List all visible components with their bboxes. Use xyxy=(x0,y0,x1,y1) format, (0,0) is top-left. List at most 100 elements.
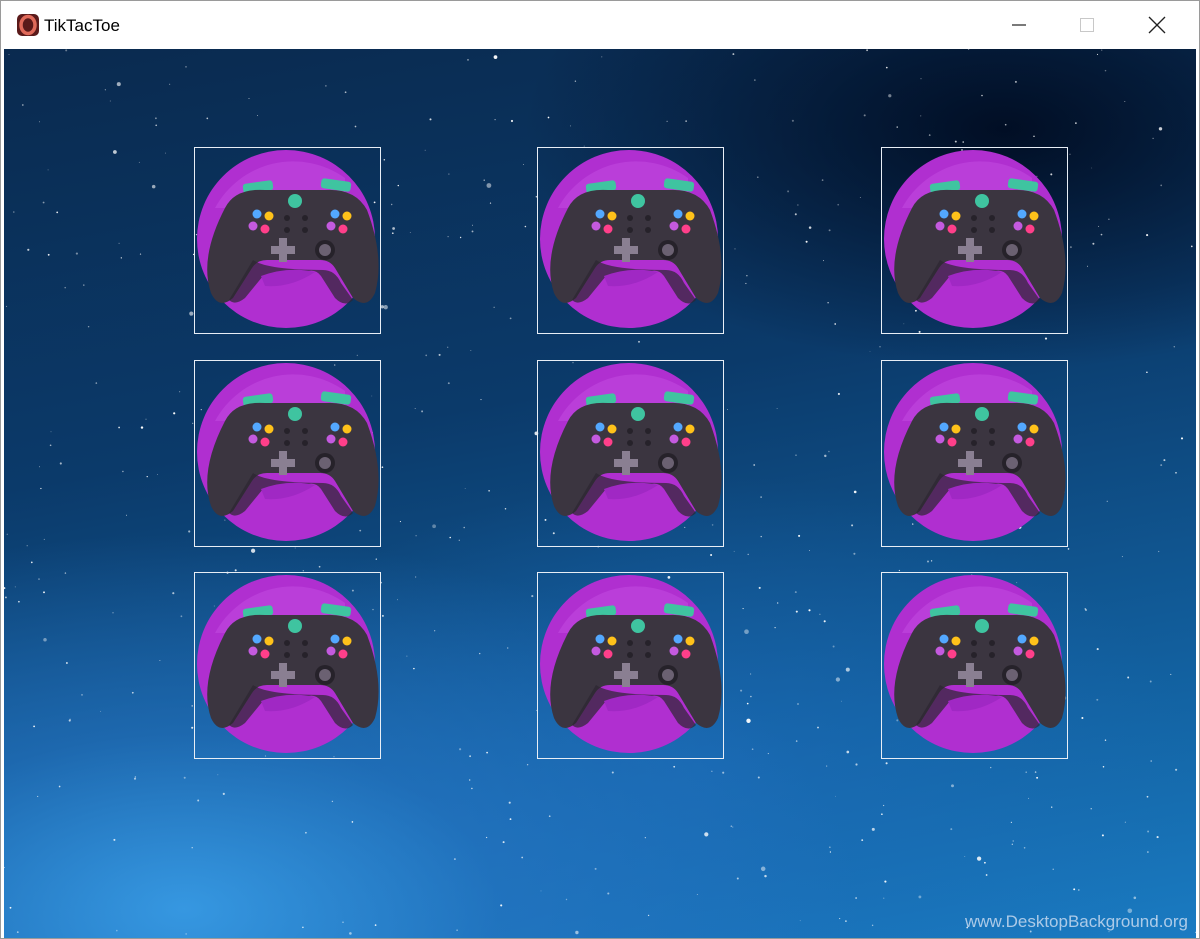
star xyxy=(406,655,408,657)
star xyxy=(607,892,610,895)
star xyxy=(832,645,835,648)
star xyxy=(1108,218,1110,220)
star xyxy=(666,120,668,123)
board-cell-7[interactable] xyxy=(194,572,381,759)
star xyxy=(248,97,250,99)
star xyxy=(750,673,752,675)
star xyxy=(493,306,495,308)
board-cell-9[interactable] xyxy=(881,572,1068,759)
star xyxy=(463,526,465,529)
star xyxy=(839,918,841,920)
star xyxy=(413,667,415,670)
star xyxy=(840,700,842,702)
board-cell-3[interactable] xyxy=(881,147,1068,334)
star xyxy=(95,382,98,384)
star xyxy=(920,78,922,80)
star xyxy=(42,201,45,204)
star xyxy=(834,323,837,325)
star xyxy=(896,126,898,128)
minimize-icon xyxy=(1012,24,1026,26)
star xyxy=(685,120,687,122)
maximize-button[interactable] xyxy=(1053,1,1121,49)
star xyxy=(50,431,52,433)
star xyxy=(863,114,866,117)
star xyxy=(1106,500,1108,502)
star xyxy=(179,391,181,393)
star xyxy=(191,726,194,729)
minimize-button[interactable] xyxy=(985,1,1053,49)
star xyxy=(540,890,542,892)
star xyxy=(43,538,45,540)
star xyxy=(349,932,352,935)
star xyxy=(318,565,321,568)
opera-o-icon xyxy=(17,14,39,36)
star xyxy=(837,392,840,396)
star xyxy=(87,325,90,328)
star xyxy=(742,608,744,610)
star xyxy=(871,827,875,831)
board-cell-6[interactable] xyxy=(881,360,1068,547)
star xyxy=(548,815,551,818)
star xyxy=(954,140,957,143)
star xyxy=(756,176,759,179)
star xyxy=(1012,840,1014,842)
star xyxy=(510,119,514,123)
star xyxy=(486,751,488,754)
star xyxy=(39,466,40,468)
star xyxy=(808,550,810,552)
star xyxy=(471,224,473,226)
star xyxy=(524,225,527,228)
star xyxy=(1090,808,1092,810)
star xyxy=(1102,766,1105,768)
gamepad-icon xyxy=(884,575,1066,753)
star xyxy=(470,349,472,352)
star xyxy=(294,547,296,549)
star xyxy=(859,196,861,199)
star xyxy=(962,141,964,143)
gamepad-icon xyxy=(540,150,722,328)
title-bar[interactable]: TikTacToe xyxy=(1,1,1199,49)
gamepad-icon xyxy=(540,575,722,753)
star xyxy=(1156,836,1159,839)
star xyxy=(356,354,358,356)
star xyxy=(764,874,767,878)
star xyxy=(758,586,761,589)
star xyxy=(383,305,388,310)
board-cell-4[interactable] xyxy=(194,360,381,547)
star xyxy=(574,80,577,82)
board-cell-8[interactable] xyxy=(537,572,724,759)
star xyxy=(1086,265,1088,267)
star xyxy=(64,286,66,289)
star xyxy=(509,317,512,320)
star xyxy=(1175,472,1177,474)
star xyxy=(869,350,871,352)
star xyxy=(711,770,713,772)
star xyxy=(882,804,885,807)
star xyxy=(751,748,754,751)
star xyxy=(424,149,426,151)
star xyxy=(83,284,85,286)
star xyxy=(30,561,33,564)
star xyxy=(118,242,120,245)
board-cell-1[interactable] xyxy=(194,147,381,334)
star xyxy=(469,779,471,781)
star xyxy=(169,83,171,85)
star xyxy=(43,591,45,594)
window-title: TikTacToe xyxy=(44,16,120,35)
star xyxy=(8,54,10,55)
star xyxy=(415,576,417,578)
close-button[interactable] xyxy=(1123,1,1191,49)
star xyxy=(189,311,194,316)
star xyxy=(126,514,127,516)
star xyxy=(116,82,121,87)
star xyxy=(1075,122,1077,124)
star xyxy=(59,462,62,465)
star xyxy=(732,53,735,56)
board-cell-2[interactable] xyxy=(537,147,724,334)
board-cell-5[interactable] xyxy=(537,360,724,547)
star xyxy=(217,774,219,776)
star xyxy=(471,230,474,233)
star xyxy=(146,475,148,478)
star xyxy=(733,550,735,552)
star xyxy=(727,408,729,410)
